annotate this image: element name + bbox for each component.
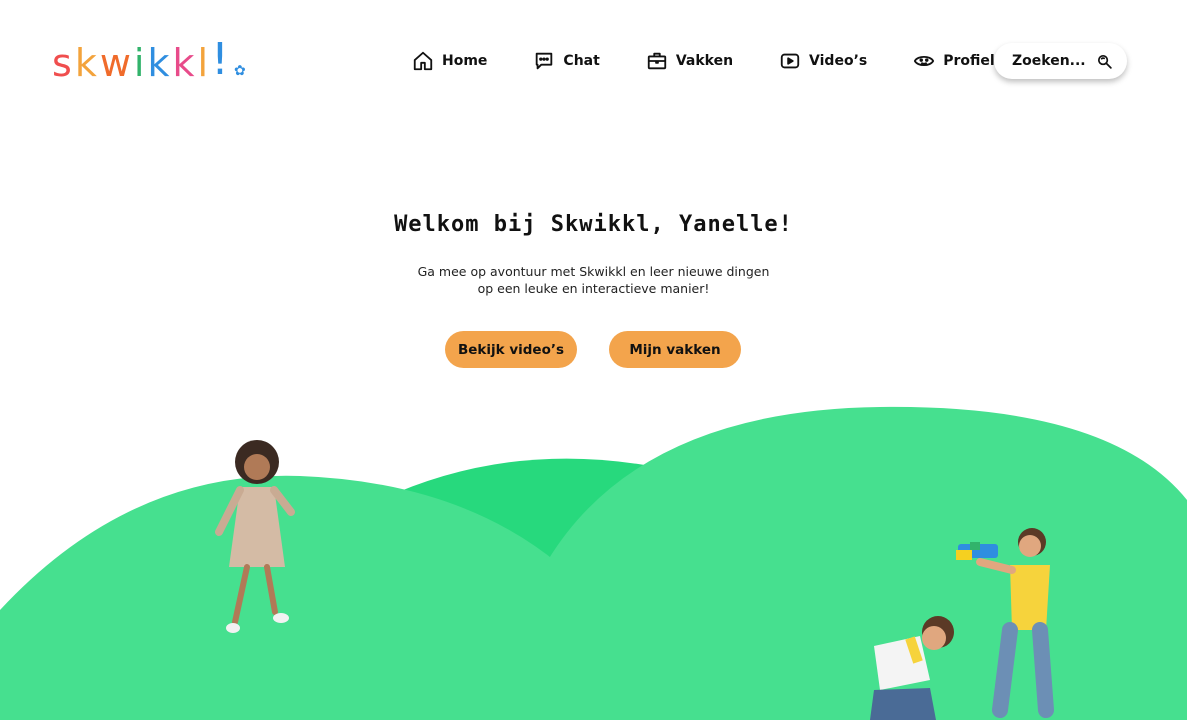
logo-letter: s — [52, 41, 75, 85]
nav-item-home[interactable]: Home — [412, 48, 487, 74]
watch-videos-button[interactable]: Bekijk video’s — [445, 331, 577, 368]
search-icon[interactable] — [1096, 53, 1113, 70]
face-icon — [914, 55, 935, 67]
nav-item-profiel[interactable]: Profiel — [913, 48, 995, 74]
nav-item-label: Chat — [563, 53, 600, 69]
my-courses-button[interactable]: Mijn vakken — [609, 331, 741, 368]
logo-letter: ! — [211, 34, 232, 85]
nav-item-label: Vakken — [675, 53, 734, 69]
briefcase-icon — [647, 52, 666, 70]
hero-buttons: Bekijk video’s Mijn vakken — [445, 331, 741, 368]
logo-letter: k — [74, 41, 100, 85]
logo-letter: w — [99, 41, 134, 85]
logo-letter: l — [197, 41, 212, 85]
hero-subtitle: Ga mee op avontuur met Skwikkl en leer n… — [417, 264, 770, 296]
logo-letter: k — [147, 41, 173, 85]
nav-item-label: Profiel — [943, 53, 995, 69]
nav-item-label: Home — [442, 53, 488, 69]
girl-jumping-image — [215, 440, 295, 633]
hero-section: Welkom bij Skwikkl, Yanelle! Ga mee op a… — [0, 212, 1187, 297]
logo-letter: i — [133, 41, 148, 85]
logo-letter: k — [172, 41, 198, 85]
play-icon — [780, 53, 800, 69]
boys-playing-image — [870, 528, 1054, 720]
chat-icon — [536, 52, 553, 70]
main-navigation: Home Chat Vakken Video’s Profiel — [412, 48, 1041, 74]
search-box[interactable] — [994, 43, 1127, 79]
nav-item-label: Video’s — [809, 53, 868, 69]
page-title: Welkom bij Skwikkl, Yanelle! — [394, 212, 793, 237]
skwikkl-logo[interactable]: s k w i k k l ! ✿ — [52, 22, 262, 85]
nav-item-videos[interactable]: Video’s — [779, 48, 867, 74]
nav-item-vakken[interactable]: Vakken — [646, 48, 733, 74]
home-icon — [413, 51, 433, 71]
flower-icon: ✿ — [234, 63, 249, 79]
search-input[interactable] — [1012, 53, 1092, 69]
nav-item-chat[interactable]: Chat — [533, 48, 600, 74]
